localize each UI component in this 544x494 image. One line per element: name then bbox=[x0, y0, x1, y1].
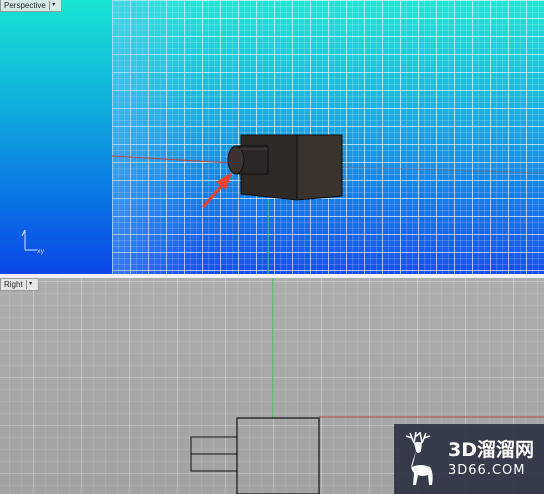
perspective-scene: xy bbox=[21, 134, 544, 274]
box-outline bbox=[236, 417, 320, 494]
x-axis-line-right bbox=[341, 166, 544, 174]
cylinder-object bbox=[227, 145, 269, 175]
axis-widget-label: xy bbox=[37, 248, 45, 255]
deer-logo bbox=[405, 431, 433, 485]
perspective-viewport-label: Perspective bbox=[4, 1, 46, 10]
annotation-arrow bbox=[202, 172, 232, 208]
watermark-subtitle: 3D66.COM bbox=[448, 463, 526, 478]
right-viewport-tab[interactable]: Right ▾ bbox=[0, 278, 39, 291]
cylinder-end-cap bbox=[227, 145, 245, 175]
box-side-face bbox=[296, 134, 343, 201]
cylinder-outline bbox=[190, 436, 238, 472]
perspective-viewport[interactable]: xy bbox=[0, 0, 544, 274]
watermark-title: 3D溜溜网 bbox=[448, 439, 534, 461]
perspective-viewport-tab[interactable]: Perspective ▾ bbox=[0, 0, 62, 12]
x-axis-line bbox=[111, 155, 233, 164]
triangle-down-icon[interactable]: ▾ bbox=[48, 1, 58, 10]
right-viewport-label: Right bbox=[4, 280, 23, 289]
triangle-down-icon[interactable]: ▾ bbox=[25, 280, 35, 289]
watermark: 3D溜溜网 3D66.COM bbox=[394, 424, 544, 494]
axis-widget bbox=[21, 229, 37, 251]
